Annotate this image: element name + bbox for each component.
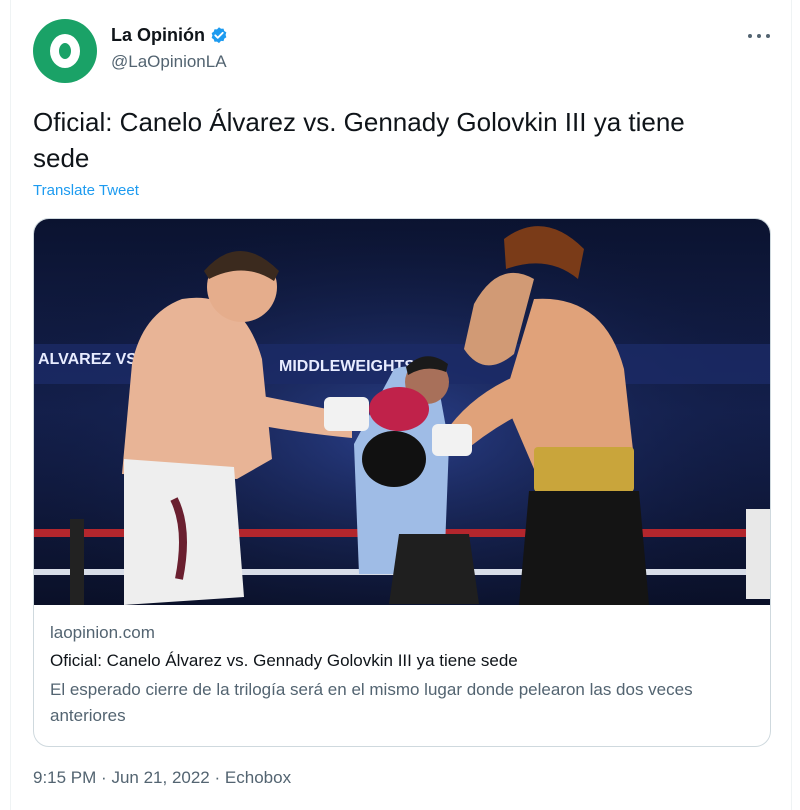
tweet-date[interactable]: Jun 21, 2022 bbox=[111, 768, 209, 787]
display-name[interactable]: La Opinión bbox=[111, 25, 205, 46]
link-card[interactable]: ALVAREZ VS GENN MIDDLEWEIGHTS laopinion.… bbox=[33, 218, 771, 747]
more-options-icon[interactable] bbox=[748, 26, 770, 46]
verified-badge-icon bbox=[211, 26, 227, 43]
card-description: El esperado cierre de la trilogía será e… bbox=[50, 680, 693, 725]
translate-tweet-link[interactable]: Translate Tweet bbox=[33, 182, 139, 199]
tweet-text: Oficial: Canelo Álvarez vs. Gennady Golo… bbox=[33, 107, 685, 173]
author-handle[interactable]: @LaOpinionLA bbox=[111, 52, 227, 72]
card-title: Oficial: Canelo Álvarez vs. Gennady Golo… bbox=[50, 651, 518, 670]
card-body: laopinion.com Oficial: Canelo Álvarez vs… bbox=[50, 621, 750, 729]
card-domain: laopinion.com bbox=[50, 623, 155, 642]
author-name-row: La Opinión bbox=[111, 25, 229, 46]
meta-separator: · bbox=[214, 768, 221, 787]
boxing-photo: ALVAREZ VS GENN MIDDLEWEIGHTS bbox=[34, 219, 770, 605]
tweet-source: Echobox bbox=[224, 768, 292, 787]
card-image[interactable]: ALVAREZ VS GENN MIDDLEWEIGHTS bbox=[34, 219, 770, 605]
tweet-time[interactable]: 9:15 PM bbox=[33, 768, 96, 787]
avatar[interactable] bbox=[33, 19, 97, 83]
avatar-logo-icon bbox=[50, 34, 80, 68]
tweet-meta: 9:15 PM · Jun 21, 2022 · Echobox bbox=[33, 768, 291, 788]
meta-separator: · bbox=[101, 768, 107, 787]
